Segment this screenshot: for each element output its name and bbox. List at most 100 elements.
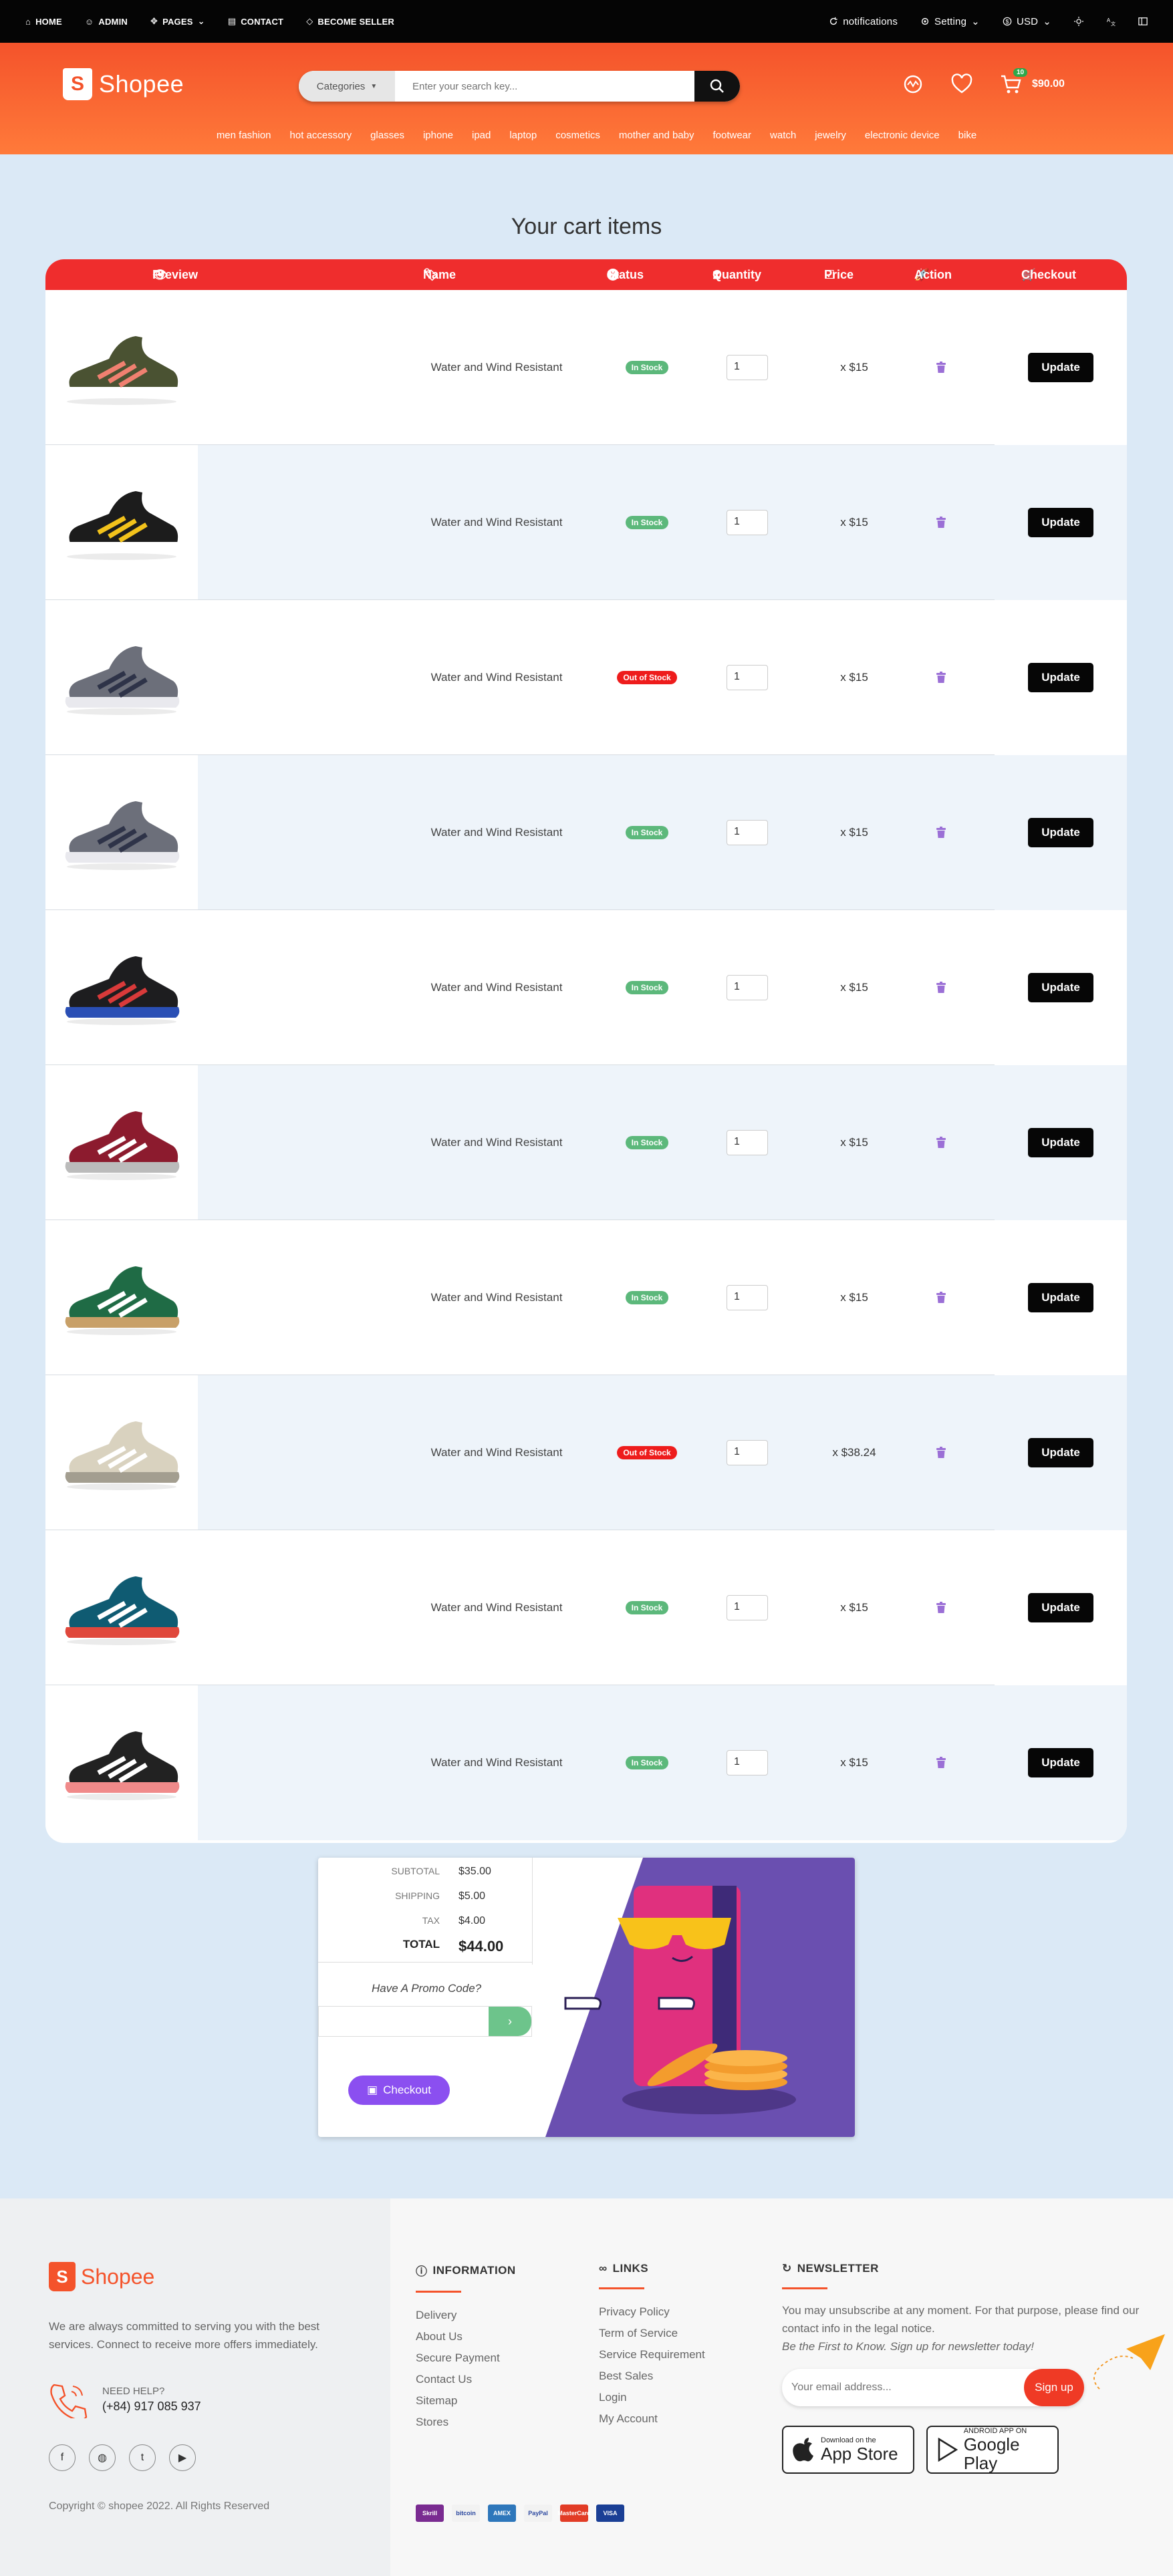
top-nav-become-seller[interactable]: ◇ BECOME SELLER [306, 16, 394, 27]
currency-dropdown[interactable]: $ USD ⌄ [1003, 15, 1051, 27]
update-button[interactable]: Update [1028, 508, 1093, 537]
footer-link[interactable]: Stores [416, 2412, 516, 2433]
layout-icon[interactable] [1138, 17, 1148, 26]
product-image[interactable] [45, 910, 198, 1065]
compare-icon[interactable] [902, 74, 924, 95]
search-button[interactable] [694, 71, 740, 102]
heart-icon[interactable] [950, 74, 973, 95]
sun-icon[interactable] [1074, 17, 1083, 26]
footer-link[interactable]: Service Requirement [599, 2344, 705, 2366]
quantity-input[interactable]: 1 [727, 665, 768, 690]
update-button[interactable]: Update [1028, 818, 1093, 847]
category-link[interactable]: iphone [423, 130, 453, 141]
footer-link[interactable]: Privacy Policy [599, 2301, 705, 2323]
footer-link[interactable]: Secure Payment [416, 2347, 516, 2369]
delete-button[interactable] [934, 1602, 948, 1614]
app-store-button[interactable]: Download on the App Store [782, 2426, 914, 2474]
delete-button[interactable] [934, 982, 948, 994]
product-image[interactable] [45, 445, 198, 600]
product-image[interactable] [45, 1530, 198, 1685]
update-button[interactable]: Update [1028, 1748, 1093, 1777]
newsletter-email-input[interactable] [782, 2382, 1024, 2394]
delete-button[interactable] [934, 1292, 948, 1304]
top-nav-home[interactable]: ⌂ HOME [25, 17, 62, 27]
category-link[interactable]: glasses [370, 130, 404, 141]
top-nav-admin[interactable]: ☺ ADMIN [85, 17, 128, 27]
delete-button[interactable] [934, 362, 948, 374]
logo[interactable]: S Shopee [63, 68, 184, 100]
update-button[interactable]: Update [1028, 1438, 1093, 1467]
footer-link[interactable]: Term of Service [599, 2323, 705, 2344]
product-name[interactable]: Water and Wind Resistant [380, 1291, 614, 1304]
quantity-input[interactable]: 1 [727, 1595, 768, 1620]
youtube-icon[interactable]: ▶ [169, 2444, 196, 2471]
product-name[interactable]: Water and Wind Resistant [380, 361, 614, 374]
top-nav-pages[interactable]: ✥ PAGES ⌄ [150, 16, 205, 27]
footer-logo[interactable]: S Shopee [49, 2262, 154, 2291]
quantity-input[interactable]: 1 [727, 510, 768, 535]
search-input[interactable] [395, 73, 694, 100]
footer-link[interactable]: Contact Us [416, 2369, 516, 2390]
category-link[interactable]: hot accessory [290, 130, 352, 141]
update-button[interactable]: Update [1028, 973, 1093, 1002]
delete-button[interactable] [934, 1447, 948, 1459]
quantity-input[interactable]: 1 [727, 1750, 768, 1775]
product-image[interactable] [45, 755, 198, 910]
category-link[interactable]: laptop [509, 130, 537, 141]
setting-dropdown[interactable]: Setting ⌄ [920, 15, 980, 27]
translate-icon[interactable]: A文 [1106, 17, 1116, 26]
product-name[interactable]: Water and Wind Resistant [380, 1446, 614, 1459]
footer-link[interactable]: Delivery [416, 2305, 516, 2326]
categories-dropdown[interactable]: Categories ▼ [299, 71, 395, 102]
delete-button[interactable] [934, 827, 948, 839]
product-image[interactable] [45, 1375, 198, 1530]
product-image[interactable] [45, 1220, 198, 1375]
product-image[interactable] [45, 1065, 198, 1220]
update-button[interactable]: Update [1028, 353, 1093, 382]
product-image[interactable] [45, 1685, 198, 1840]
delete-button[interactable] [934, 1137, 948, 1149]
delete-button[interactable] [934, 1757, 948, 1769]
quantity-input[interactable]: 1 [727, 1285, 768, 1310]
quantity-input[interactable]: 1 [727, 1130, 768, 1155]
update-button[interactable]: Update [1028, 1128, 1093, 1157]
quantity-input[interactable]: 1 [727, 1440, 768, 1465]
category-link[interactable]: mother and baby [619, 130, 694, 141]
product-name[interactable]: Water and Wind Resistant [380, 1601, 614, 1614]
product-name[interactable]: Water and Wind Resistant [380, 981, 614, 994]
category-link[interactable]: bike [958, 130, 977, 141]
category-link[interactable]: men fashion [217, 130, 271, 141]
footer-link[interactable]: Sitemap [416, 2390, 516, 2412]
category-link[interactable]: jewelry [815, 130, 846, 141]
quantity-input[interactable]: 1 [727, 355, 768, 380]
quantity-input[interactable]: 1 [727, 820, 768, 845]
product-name[interactable]: Water and Wind Resistant [380, 826, 614, 839]
product-image[interactable] [45, 600, 198, 755]
product-name[interactable]: Water and Wind Resistant [380, 516, 614, 529]
notifications-link[interactable]: notifications [829, 16, 898, 27]
category-link[interactable]: cosmetics [555, 130, 600, 141]
delete-button[interactable] [934, 672, 948, 684]
product-name[interactable]: Water and Wind Resistant [380, 1136, 614, 1149]
dribbble-icon[interactable]: ◍ [89, 2444, 116, 2471]
product-name[interactable]: Water and Wind Resistant [380, 671, 614, 684]
twitter-icon[interactable]: t [129, 2444, 156, 2471]
top-nav-contact[interactable]: ▤ CONTACT [228, 16, 283, 27]
footer-link[interactable]: Best Sales [599, 2366, 705, 2387]
product-image[interactable] [45, 290, 198, 445]
category-link[interactable]: footwear [712, 130, 751, 141]
facebook-icon[interactable]: f [49, 2444, 76, 2471]
footer-link[interactable]: My Account [599, 2408, 705, 2430]
category-link[interactable]: ipad [472, 130, 491, 141]
update-button[interactable]: Update [1028, 663, 1093, 692]
category-link[interactable]: watch [770, 130, 796, 141]
update-button[interactable]: Update [1028, 1593, 1093, 1622]
delete-button[interactable] [934, 517, 948, 529]
footer-link[interactable]: Login [599, 2387, 705, 2408]
footer-link[interactable]: About Us [416, 2326, 516, 2347]
quantity-input[interactable]: 1 [727, 975, 768, 1000]
google-play-button[interactable]: ANDROID APP ON Google Play [926, 2426, 1059, 2474]
category-link[interactable]: electronic device [865, 130, 940, 141]
product-name[interactable]: Water and Wind Resistant [380, 1756, 614, 1769]
update-button[interactable]: Update [1028, 1283, 1093, 1312]
